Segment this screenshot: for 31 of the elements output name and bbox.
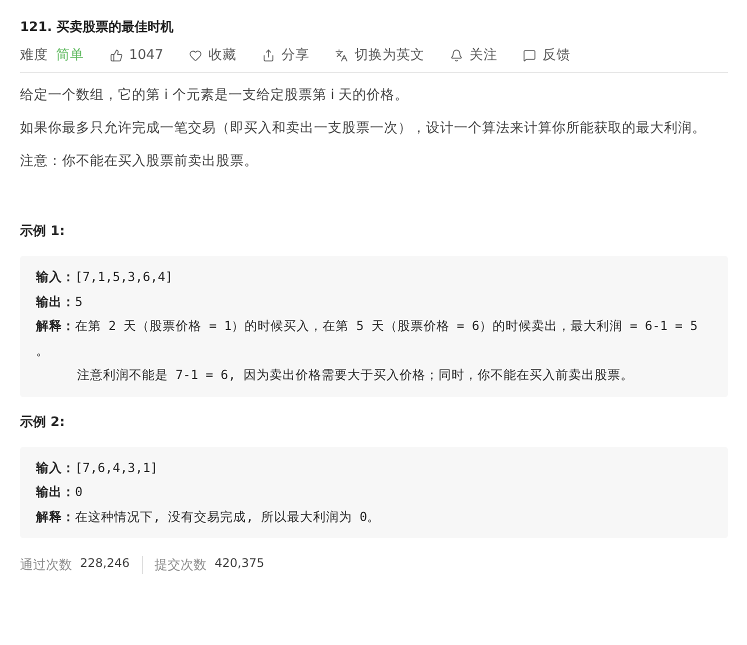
favorite-button[interactable]: 收藏: [189, 46, 236, 64]
description-paragraph: 注意：你不能在买入股票前卖出股票。: [20, 152, 259, 171]
example-line: 输出：5: [36, 292, 84, 310]
translate-icon: [335, 48, 348, 62]
feedback-button[interactable]: 反馈: [523, 46, 570, 64]
thumbs-up-icon: [110, 48, 123, 62]
example-line: 解释：在这种情况下, 没有交易完成, 所以最大利润为 0。: [36, 508, 382, 526]
problem-title: 121. 买卖股票的最佳时机: [20, 19, 175, 36]
like-button[interactable]: 1047: [110, 47, 164, 63]
example-heading: 示例 1:: [20, 223, 66, 240]
description-paragraph: 如果你最多只允许完成一笔交易（即买入和卖出一支股票一次），设计一个算法来计算你所能获取的最大利润。: [20, 119, 707, 138]
stat-value: 228,246: [80, 556, 130, 572]
heart-icon: [189, 48, 202, 62]
stat-value: 420,375: [214, 556, 264, 572]
example-line: 输出：0: [36, 483, 84, 501]
example-line: 输入：[7,6,4,3,1]: [36, 458, 159, 476]
description-paragraph: 给定一个数组，它的第 i 个元素是一支给定股票第 i 天的价格。: [20, 86, 410, 105]
stat-label: 通过次数: [20, 557, 72, 574]
follow-button[interactable]: 关注: [450, 46, 498, 64]
share-icon: [262, 48, 276, 62]
difficulty-value: 简单: [56, 46, 84, 64]
message-icon: [523, 48, 536, 62]
example-note: 注意利润不能是 7-1 = 6, 因为卖出价格需要大于买入价格；同时，你不能在买入前卖出股票。: [77, 367, 634, 382]
difficulty-label: 难度: [20, 46, 48, 64]
translate-button[interactable]: 切换为英文: [335, 46, 424, 64]
share-button[interactable]: 分享: [262, 46, 310, 64]
bell-icon: [450, 48, 464, 62]
example-line: 输入：[7,1,5,3,6,4]: [36, 268, 174, 286]
example-heading: 示例 2:: [20, 414, 66, 430]
example-line: 解释：在第 2 天（股票价格 = 1）的时候买入，在第 5 天（股票价格 = 6）的时候卖出，最大利润 = 6-1 = 5 。: [36, 317, 699, 360]
stat-label: 提交次数: [154, 557, 207, 574]
